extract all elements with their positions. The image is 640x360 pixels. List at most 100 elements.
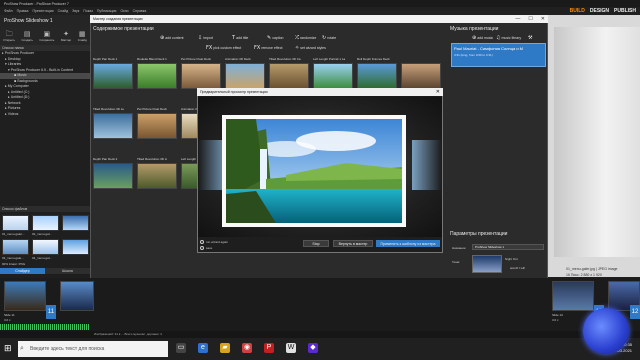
wizard-button[interactable]: ✦ Мастер — [61, 30, 71, 42]
close-icon[interactable]: ✕ — [436, 89, 440, 95]
randomize-label: randomize — [300, 36, 317, 40]
rotate-button[interactable]: ↻ rotate — [322, 35, 336, 41]
music-settings-button[interactable]: ⚒ — [528, 35, 532, 41]
maximize-icon[interactable]: ☐ — [528, 16, 532, 22]
music-track[interactable]: Paul Mauriat - Симфония Солнца и М 4:31 … — [451, 43, 546, 67]
slide-caption: Depth Pan Deck 2 — [93, 157, 118, 161]
timeline-slide[interactable] — [4, 281, 46, 311]
app-menubar: Файл Правка Презентация Слайд Звук Показ… — [0, 7, 640, 15]
import-button[interactable]: ⇩ import — [198, 35, 213, 41]
file-thumbnail[interactable] — [32, 239, 59, 255]
menu-show[interactable]: Презентация — [32, 9, 53, 13]
explorer-icon[interactable]: ▰ — [220, 343, 230, 353]
slide-thumbnail[interactable] — [93, 113, 133, 139]
slide-button[interactable]: ▦ Слайд — [78, 30, 87, 42]
overlay-logo-watermark — [583, 308, 629, 354]
remove-effect-button[interactable]: FX remove effect — [254, 45, 282, 51]
menu-file[interactable]: Файл — [4, 9, 13, 13]
wizard-icon: ✦ — [63, 30, 69, 38]
mode-design[interactable]: DESIGN — [590, 8, 609, 14]
file-caption: 04_menu-gal... — [32, 256, 53, 260]
taskbar-search-input[interactable]: Введите здесь текст для поиска — [18, 341, 168, 357]
slide-thumbnail[interactable] — [313, 63, 353, 89]
slide-number: 11 — [46, 305, 56, 319]
edge-icon[interactable]: e — [198, 343, 208, 353]
menu-audio[interactable]: Звук — [72, 9, 79, 13]
folder-label: Untitled (D:) — [10, 95, 30, 99]
auto-label: auto/if I will — [510, 266, 525, 270]
import-icon: ⇩ — [198, 35, 203, 41]
preview-titlebar: Предварительный просмотр презентации ✕ — [197, 88, 443, 96]
menu-view[interactable]: Показ — [83, 9, 93, 13]
file-thumbnail[interactable] — [62, 215, 89, 231]
save-radio[interactable] — [200, 246, 204, 250]
file-thumbnail[interactable] — [2, 215, 29, 231]
proshow-icon[interactable]: P — [264, 343, 274, 353]
tab-slider[interactable]: Слайдер — [0, 268, 45, 274]
apply-template-button[interactable]: Применить к шаблону из мастера — [376, 240, 440, 247]
close-icon[interactable]: ✕ — [541, 16, 545, 22]
word-icon[interactable]: W — [286, 343, 296, 353]
caption-button[interactable]: ✎ caption — [267, 35, 284, 41]
back-to-wizard-button[interactable]: Вернуть в мастер — [333, 240, 373, 247]
slide-thumbnail[interactable] — [225, 63, 265, 89]
add-title-label: add title — [236, 36, 249, 40]
add-title-button[interactable]: Tadd title — [232, 35, 248, 41]
title-icon: T — [232, 35, 236, 41]
run-again-radio[interactable] — [200, 240, 204, 244]
timeline-slide[interactable] — [552, 281, 594, 311]
menu-slide[interactable]: Слайд — [58, 9, 69, 13]
music-library-button[interactable]: ♫ music library — [496, 35, 521, 41]
slide-label: Slide 13 — [552, 313, 563, 317]
slide-caption: Tilted Revolution 3D Le — [93, 107, 125, 111]
chrome-icon[interactable]: ◉ — [242, 343, 252, 353]
task-view-icon[interactable]: ▭ — [176, 343, 186, 353]
mode-publish[interactable]: PUBLISH — [614, 8, 636, 14]
slide-number: 12 — [630, 305, 640, 319]
theme-thumbnail[interactable] — [472, 255, 502, 273]
menu-edit[interactable]: Правка — [17, 9, 29, 13]
work-caption: 01_menu-galer.jpg | JPEG image — [566, 267, 618, 271]
app-icon[interactable]: ◆ — [308, 343, 318, 353]
stop-button[interactable]: Stop — [303, 240, 329, 247]
open-button[interactable]: 🗀 Открыть — [3, 30, 15, 42]
slide-thumbnail[interactable] — [401, 63, 441, 89]
slide-thumbnail[interactable] — [137, 113, 177, 139]
slide-thumbnail[interactable] — [93, 163, 133, 189]
slide-thumbnail[interactable] — [181, 63, 221, 89]
menu-help[interactable]: Справка — [133, 9, 147, 13]
content-header: Содержимое презентации — [93, 26, 154, 32]
mode-build[interactable]: BUILD — [570, 8, 585, 14]
tab-timeline[interactable]: Шкала — [45, 268, 90, 274]
caption-label: caption — [272, 36, 284, 40]
pick-effect-button[interactable]: FX pick custom effect — [206, 45, 241, 51]
add-music-label: add music — [477, 36, 494, 40]
file-list-header: Список файлов — [0, 206, 90, 212]
windows-start-icon[interactable]: ⊞ — [4, 344, 12, 354]
slide-thumbnail[interactable] — [357, 63, 397, 89]
slide-icon: ▦ — [78, 30, 86, 38]
slide-thumbnail[interactable] — [269, 63, 309, 89]
wizard-label: Мастер — [60, 38, 72, 42]
menu-window[interactable]: Окно — [120, 9, 128, 13]
slide-thumbnail[interactable] — [137, 163, 177, 189]
file-thumbnail[interactable] — [62, 239, 89, 255]
add-content-button[interactable]: ⊕ add content — [160, 35, 184, 41]
name-field[interactable]: ProShow Slideshow 1 — [472, 244, 544, 250]
minimize-icon[interactable]: — — [515, 16, 520, 22]
folder-label: ProShow Producer — [4, 51, 35, 55]
new-button[interactable]: ▤ Создать — [22, 30, 33, 42]
file-thumbnail[interactable] — [32, 215, 59, 231]
slide-thumbnail[interactable] — [93, 63, 133, 89]
folder-item[interactable]: ▸ Videos — [0, 112, 90, 118]
slide-thumbnail[interactable] — [137, 63, 177, 89]
menu-publish[interactable]: Публикация — [97, 9, 117, 13]
timeline-slide[interactable] — [60, 281, 94, 311]
folder-label: Network — [7, 100, 21, 105]
wizard-styles-button[interactable]: ✧ set wizard styles — [295, 45, 326, 51]
file-thumbnail[interactable] — [2, 239, 29, 255]
save-button[interactable]: ▣ Сохранить — [39, 30, 54, 42]
randomize-button[interactable]: ⤮ randomize — [295, 35, 316, 41]
add-music-button[interactable]: ⊕ add music — [472, 35, 493, 41]
plus-icon: ⊕ — [160, 35, 165, 41]
